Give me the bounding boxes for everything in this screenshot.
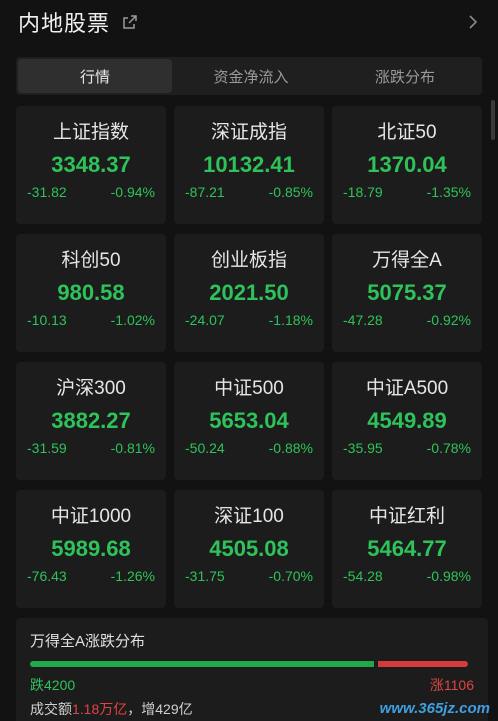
index-value: 10132.41 — [203, 152, 295, 177]
index-card[interactable]: 上证指数 3348.37 -31.82 -0.94% — [16, 106, 166, 224]
distribution-bar — [30, 661, 468, 667]
rise-count: 涨1106 — [429, 677, 474, 693]
header: 内地股票 — [0, 0, 498, 44]
index-pct: -0.78% — [426, 440, 471, 456]
turnover-value: 1.18万亿 — [72, 701, 128, 717]
index-change: -35.95 — [343, 440, 383, 456]
index-name: 万得全A — [372, 250, 442, 271]
distribution-title: 万得全A涨跌分布 — [30, 633, 146, 650]
index-value: 5653.04 — [209, 408, 289, 433]
index-change: -76.43 — [27, 568, 67, 584]
index-card[interactable]: 中证A500 4549.89 -35.95 -0.78% — [332, 362, 482, 480]
index-change: -87.21 — [185, 184, 225, 200]
index-card[interactable]: 创业板指 2021.50 -24.07 -1.18% — [174, 234, 324, 352]
tab-bar: 行情 资金净流入 涨跌分布 — [16, 57, 482, 95]
index-card[interactable]: 深证100 4505.08 -31.75 -0.70% — [174, 490, 324, 608]
index-pct: -0.98% — [426, 568, 471, 584]
index-name: 深证成指 — [210, 122, 287, 143]
fall-bar-segment — [30, 661, 374, 667]
tab-market[interactable]: 行情 — [18, 59, 172, 93]
external-link-icon[interactable] — [122, 14, 138, 30]
index-pct: -1.02% — [110, 312, 155, 328]
index-name: 中证1000 — [50, 506, 132, 527]
index-change: -47.28 — [343, 312, 383, 328]
index-value: 5464.77 — [367, 536, 447, 561]
index-card[interactable]: 万得全A 5075.37 -47.28 -0.92% — [332, 234, 482, 352]
index-pct: -0.70% — [268, 568, 313, 584]
index-name: 中证500 — [214, 378, 284, 399]
index-value: 3882.27 — [51, 408, 131, 433]
index-pct: -1.26% — [110, 568, 155, 584]
index-pct: -0.94% — [110, 184, 155, 200]
index-change: -18.79 — [343, 184, 383, 200]
index-card[interactable]: 沪深300 3882.27 -31.59 -0.81% — [16, 362, 166, 480]
index-change: -24.07 — [185, 312, 225, 328]
index-pct: -0.88% — [268, 440, 313, 456]
chevron-right-icon[interactable] — [466, 12, 480, 32]
turnover-separator: ， — [127, 701, 142, 717]
index-card[interactable]: 深证成指 10132.41 -87.21 -0.85% — [174, 106, 324, 224]
index-value: 5075.37 — [367, 280, 447, 305]
index-name: 中证A500 — [365, 378, 449, 399]
turnover-increase: 增429亿 — [141, 701, 193, 717]
index-pct: -1.35% — [426, 184, 471, 200]
index-card[interactable]: 中证红利 5464.77 -54.28 -0.98% — [332, 490, 482, 608]
index-name: 创业板指 — [210, 250, 287, 271]
index-card[interactable]: 中证500 5653.04 -50.24 -0.88% — [174, 362, 324, 480]
tab-rise-fall-distribution[interactable]: 涨跌分布 — [328, 57, 482, 95]
index-value: 2021.50 — [209, 280, 289, 305]
index-value: 3348.37 — [51, 152, 131, 177]
index-card[interactable]: 北证50 1370.04 -18.79 -1.35% — [332, 106, 482, 224]
fall-count: 跌4200 — [30, 677, 76, 693]
index-pct: -0.85% — [268, 184, 313, 200]
index-pct: -1.18% — [268, 312, 313, 328]
index-card[interactable]: 科创50 980.58 -10.13 -1.02% — [16, 234, 166, 352]
index-name: 中证红利 — [368, 506, 445, 527]
index-value: 5989.68 — [51, 536, 131, 561]
index-pct: -0.81% — [110, 440, 155, 456]
index-card[interactable]: 中证1000 5989.68 -76.43 -1.26% — [16, 490, 166, 608]
index-change: -50.24 — [185, 440, 225, 456]
scrollbar[interactable] — [491, 100, 495, 140]
index-change: -10.13 — [27, 312, 67, 328]
index-change: -31.59 — [27, 440, 67, 456]
index-value: 4549.89 — [367, 408, 447, 433]
rise-bar-segment — [378, 661, 468, 667]
page-title: 内地股票 — [18, 11, 111, 36]
index-name: 科创50 — [61, 250, 121, 271]
index-change: -54.28 — [343, 568, 383, 584]
index-pct: -0.92% — [426, 312, 471, 328]
watermark: www.365jz.com — [379, 700, 490, 717]
index-value: 1370.04 — [367, 152, 447, 177]
index-name: 上证指数 — [52, 122, 129, 143]
index-name: 深证100 — [214, 506, 284, 527]
index-change: -31.75 — [185, 568, 225, 584]
index-value: 980.58 — [57, 280, 125, 305]
tab-net-inflow[interactable]: 资金净流入 — [174, 57, 328, 95]
index-grid: 上证指数 3348.37 -31.82 -0.94% 深证成指 10132.41 … — [16, 106, 488, 608]
index-name: 沪深300 — [56, 378, 126, 399]
index-change: -31.82 — [27, 184, 67, 200]
turnover-label: 成交额 — [30, 701, 72, 717]
index-value: 4505.08 — [209, 536, 289, 561]
index-name: 北证50 — [377, 122, 437, 143]
